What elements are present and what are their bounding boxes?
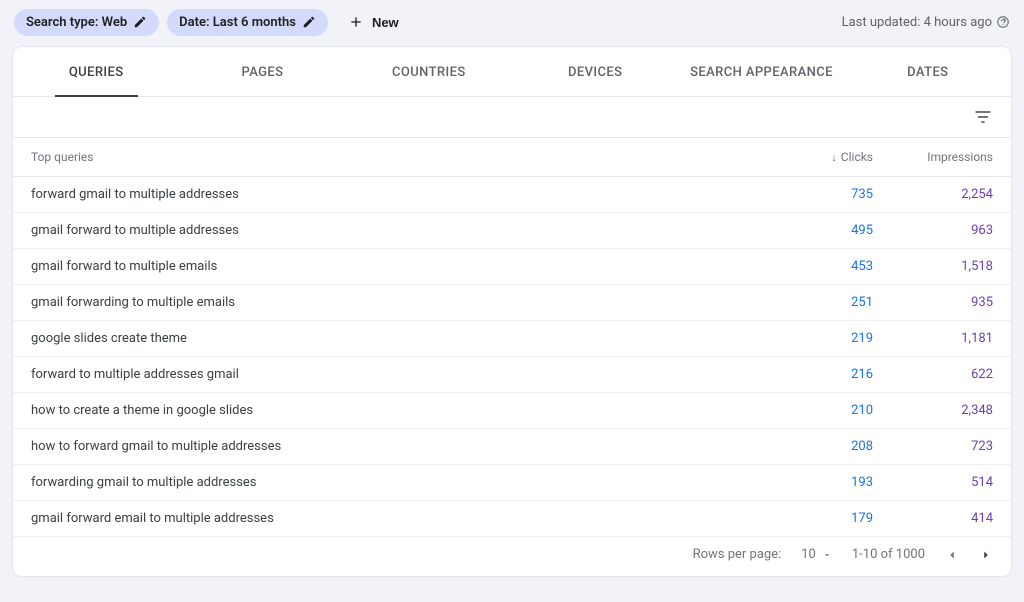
table-row[interactable]: how to create a theme in google slides21… [13,393,1011,429]
tab-label: PAGES [242,65,284,80]
cell-query: gmail forward to multiple addresses [13,213,771,249]
cell-query: how to create a theme in google slides [13,393,771,429]
prev-page-button[interactable] [945,548,959,562]
pencil-icon [302,15,316,29]
table-row[interactable]: gmail forwarding to multiple emails25193… [13,285,1011,321]
table-row[interactable]: gmail forward to multiple emails4531,518 [13,249,1011,285]
cell-impressions: 1,518 [891,249,1011,285]
next-page-button[interactable] [979,548,993,562]
new-filter-button[interactable]: New [336,8,411,36]
rows-per-page-select[interactable]: 10 [801,547,832,562]
cell-impressions: 935 [891,285,1011,321]
cell-query: gmail forward email to multiple addresse… [13,501,771,537]
cell-impressions: 1,181 [891,321,1011,357]
tab-label: SEARCH APPEARANCE [690,65,833,80]
table-row[interactable]: gmail forward email to multiple addresse… [13,501,1011,537]
cell-clicks: 251 [771,285,891,321]
cell-impressions: 514 [891,465,1011,501]
rows-per-page-label: Rows per page: [693,547,782,562]
table-row[interactable]: google slides create theme2191,181 [13,321,1011,357]
cell-clicks: 453 [771,249,891,285]
cell-query: gmail forward to multiple emails [13,249,771,285]
plus-icon [348,14,364,30]
table-row[interactable]: gmail forward to multiple addresses49596… [13,213,1011,249]
new-label: New [372,15,399,30]
help-icon[interactable] [996,15,1010,29]
tab-label: DEVICES [568,65,622,80]
search-type-chip[interactable]: Search type: Web [14,9,159,36]
search-type-label: Search type: Web [26,15,127,30]
column-label: Impressions [927,150,993,164]
cell-impressions: 723 [891,429,1011,465]
cell-clicks: 216 [771,357,891,393]
col-query[interactable]: Top queries [13,138,771,177]
cell-impressions: 2,348 [891,393,1011,429]
date-range-label: Date: Last 6 months [179,15,296,30]
date-range-chip[interactable]: Date: Last 6 months [167,9,328,36]
cell-clicks: 735 [771,177,891,213]
table-row[interactable]: forward to multiple addresses gmail21662… [13,357,1011,393]
tab-queries[interactable]: QUERIES [13,47,179,96]
column-label: Clicks [841,150,873,164]
cell-impressions: 622 [891,357,1011,393]
cell-clicks: 495 [771,213,891,249]
last-updated-text: Last updated: 4 hours ago [842,15,992,30]
dimension-tabs: QUERIES PAGES COUNTRIES DEVICES SEARCH A… [13,47,1011,97]
cell-clicks: 210 [771,393,891,429]
tab-search-appearance[interactable]: SEARCH APPEARANCE [678,47,844,96]
cell-query: how to forward gmail to multiple address… [13,429,771,465]
pagination: Rows per page: 10 1-10 of 1000 [13,537,1011,576]
tab-countries[interactable]: COUNTRIES [346,47,512,96]
table-toolbar [13,97,1011,138]
col-impressions[interactable]: Impressions [891,138,1011,177]
cell-impressions: 2,254 [891,177,1011,213]
pencil-icon [133,15,147,29]
tab-pages[interactable]: PAGES [179,47,345,96]
page-range: 1-10 of 1000 [852,547,925,562]
cell-query: forward to multiple addresses gmail [13,357,771,393]
cell-clicks: 208 [771,429,891,465]
filter-icon[interactable] [973,107,993,127]
tab-dates[interactable]: DATES [845,47,1011,96]
dropdown-icon [822,550,832,560]
cell-impressions: 963 [891,213,1011,249]
cell-clicks: 193 [771,465,891,501]
cell-query: forwarding gmail to multiple addresses [13,465,771,501]
queries-table: Top queries ↓ Clicks Impressions forward … [13,138,1011,537]
tab-label: DATES [907,65,948,80]
sort-desc-icon: ↓ [831,151,837,164]
cell-clicks: 179 [771,501,891,537]
rows-per-page-value: 10 [801,547,816,562]
cell-query: forward gmail to multiple addresses [13,177,771,213]
table-row[interactable]: forward gmail to multiple addresses7352,… [13,177,1011,213]
cell-impressions: 414 [891,501,1011,537]
cell-query: gmail forwarding to multiple emails [13,285,771,321]
filters-bar: Search type: Web Date: Last 6 months New… [0,0,1024,44]
cell-clicks: 219 [771,321,891,357]
performance-card: QUERIES PAGES COUNTRIES DEVICES SEARCH A… [12,46,1012,577]
table-row[interactable]: how to forward gmail to multiple address… [13,429,1011,465]
col-clicks[interactable]: ↓ Clicks [771,138,891,177]
column-label: Top queries [31,150,93,164]
tab-label: QUERIES [69,65,124,80]
tab-devices[interactable]: DEVICES [512,47,678,96]
last-updated: Last updated: 4 hours ago [842,15,1010,30]
cell-query: google slides create theme [13,321,771,357]
tab-label: COUNTRIES [392,65,466,80]
table-row[interactable]: forwarding gmail to multiple addresses19… [13,465,1011,501]
